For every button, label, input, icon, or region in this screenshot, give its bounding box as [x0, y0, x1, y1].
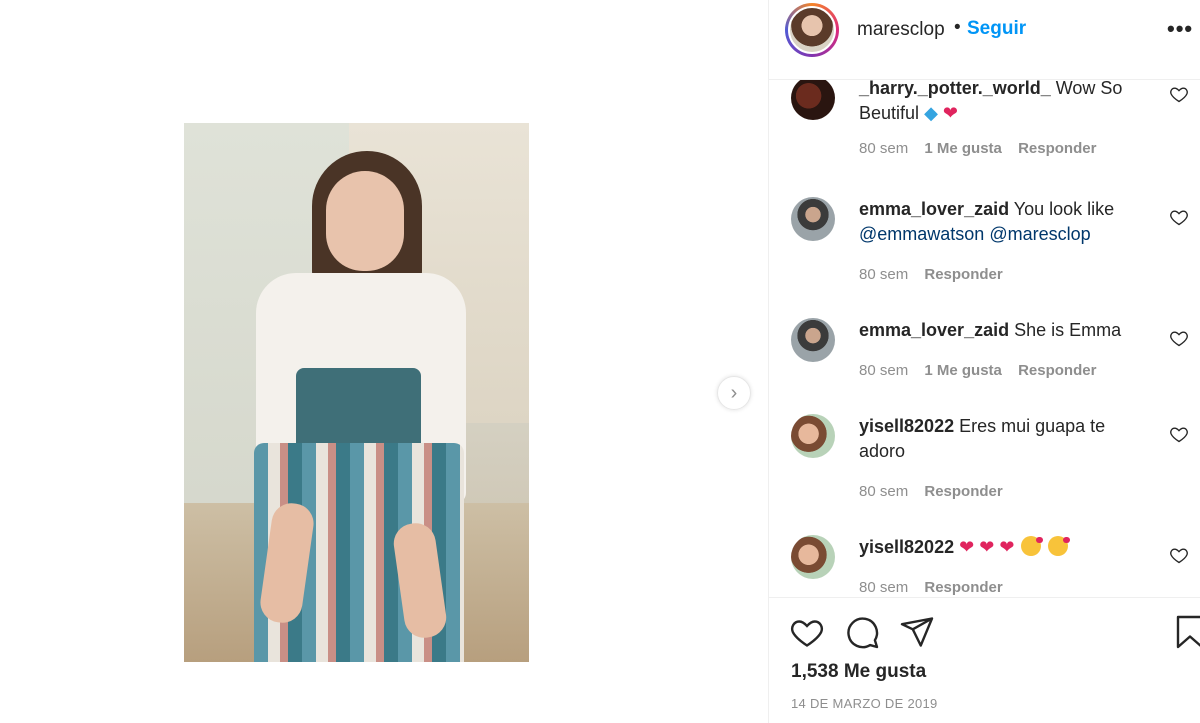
author-username[interactable]: maresclop [857, 19, 945, 41]
like-comment-heart-icon[interactable] [1169, 207, 1189, 227]
comment-likes[interactable]: 1 Me gusta [924, 140, 1002, 157]
comment-text: She is Emma [1014, 320, 1122, 340]
comment-time[interactable]: 80 sem [859, 483, 908, 500]
reply-button[interactable]: Responder [1018, 140, 1096, 157]
comment-meta: 80 sem 1 Me gusta Responder [859, 140, 1108, 157]
comment-meta: 80 sem Responder [859, 579, 1015, 596]
comment-username[interactable]: emma_lover_zaid [859, 199, 1009, 219]
likes-count[interactable]: 1,538 Me gusta [791, 661, 926, 683]
post-date[interactable]: 14 DE MARZO DE 2019 [791, 696, 938, 711]
bookmark-icon[interactable] [1172, 614, 1200, 650]
comment-likes[interactable]: 1 Me gusta [924, 362, 1002, 379]
gem-emoji: ◆ [924, 103, 938, 123]
more-options-icon[interactable]: ••• [1167, 16, 1193, 42]
commenter-avatar[interactable] [791, 535, 835, 579]
mention-link[interactable]: @maresclop [989, 224, 1090, 244]
like-comment-heart-icon[interactable] [1169, 424, 1189, 444]
comment-body: emma_lover_zaid She is Emma [859, 318, 1149, 343]
mention-link[interactable]: @emmawatson [859, 224, 984, 244]
post-media-area: › [0, 0, 768, 723]
post-side-panel: maresclop • Seguir ••• _harry._potter._w… [768, 0, 1200, 723]
commenter-avatar[interactable] [791, 197, 835, 241]
chevron-right-icon: › [730, 381, 738, 404]
share-send-icon[interactable] [899, 614, 935, 650]
comment-time[interactable]: 80 sem [859, 362, 908, 379]
author-avatar[interactable] [785, 3, 839, 57]
like-comment-heart-icon[interactable] [1169, 545, 1189, 565]
kiss-face-emoji [1021, 536, 1044, 556]
comment-time[interactable]: 80 sem [859, 140, 908, 157]
reply-button[interactable]: Responder [1018, 362, 1096, 379]
comment-bubble-icon[interactable] [844, 614, 880, 650]
photo-face [326, 171, 404, 271]
like-comment-heart-icon[interactable] [1169, 84, 1189, 104]
reply-button[interactable]: Responder [924, 266, 1002, 283]
red-heart-emoji: ❤ [979, 537, 995, 557]
comment-time[interactable]: 80 sem [859, 266, 908, 283]
reply-button[interactable]: Responder [924, 579, 1002, 596]
comment-username[interactable]: emma_lover_zaid [859, 320, 1009, 340]
comment-username[interactable]: yisell82022 [859, 537, 954, 557]
header-separator: • [954, 17, 961, 38]
comments-list[interactable]: _harry._potter._world_ Wow So Beutiful ◆… [769, 80, 1200, 597]
kiss-face-emoji [1048, 536, 1071, 556]
comment-meta: 80 sem 1 Me gusta Responder [859, 362, 1108, 379]
red-heart-emoji: ❤ [999, 537, 1015, 557]
post-actions: 1,538 Me gusta 14 DE MARZO DE 2019 [769, 597, 1200, 723]
red-heart-emoji: ❤ [942, 103, 959, 123]
commenter-avatar[interactable] [791, 414, 835, 458]
comment-meta: 80 sem Responder [859, 266, 1015, 283]
like-heart-icon[interactable] [789, 614, 825, 650]
comment-body: yisell82022 Eres mui guapa te adoro [859, 414, 1149, 464]
comment-username[interactable]: yisell82022 [859, 416, 954, 436]
commenter-avatar[interactable] [791, 80, 835, 120]
next-photo-button[interactable]: › [717, 376, 751, 410]
comment-meta: 80 sem Responder [859, 483, 1015, 500]
red-heart-emoji: ❤ [959, 537, 975, 557]
post-photo[interactable] [184, 123, 529, 662]
comment-text: You look like [1013, 199, 1115, 219]
comment-body: yisell82022 ❤ ❤ ❤ [859, 535, 1149, 560]
comment-body: emma_lover_zaid You look like @emmawatso… [859, 197, 1149, 247]
follow-button[interactable]: Seguir [967, 18, 1026, 40]
comment-time[interactable]: 80 sem [859, 579, 908, 596]
like-comment-heart-icon[interactable] [1169, 328, 1189, 348]
post-header: maresclop • Seguir ••• [769, 0, 1200, 80]
commenter-avatar[interactable] [791, 318, 835, 362]
comment-username[interactable]: _harry._potter._world_ [859, 80, 1051, 98]
reply-button[interactable]: Responder [924, 483, 1002, 500]
comment-body: _harry._potter._world_ Wow So Beutiful ◆… [859, 80, 1149, 126]
